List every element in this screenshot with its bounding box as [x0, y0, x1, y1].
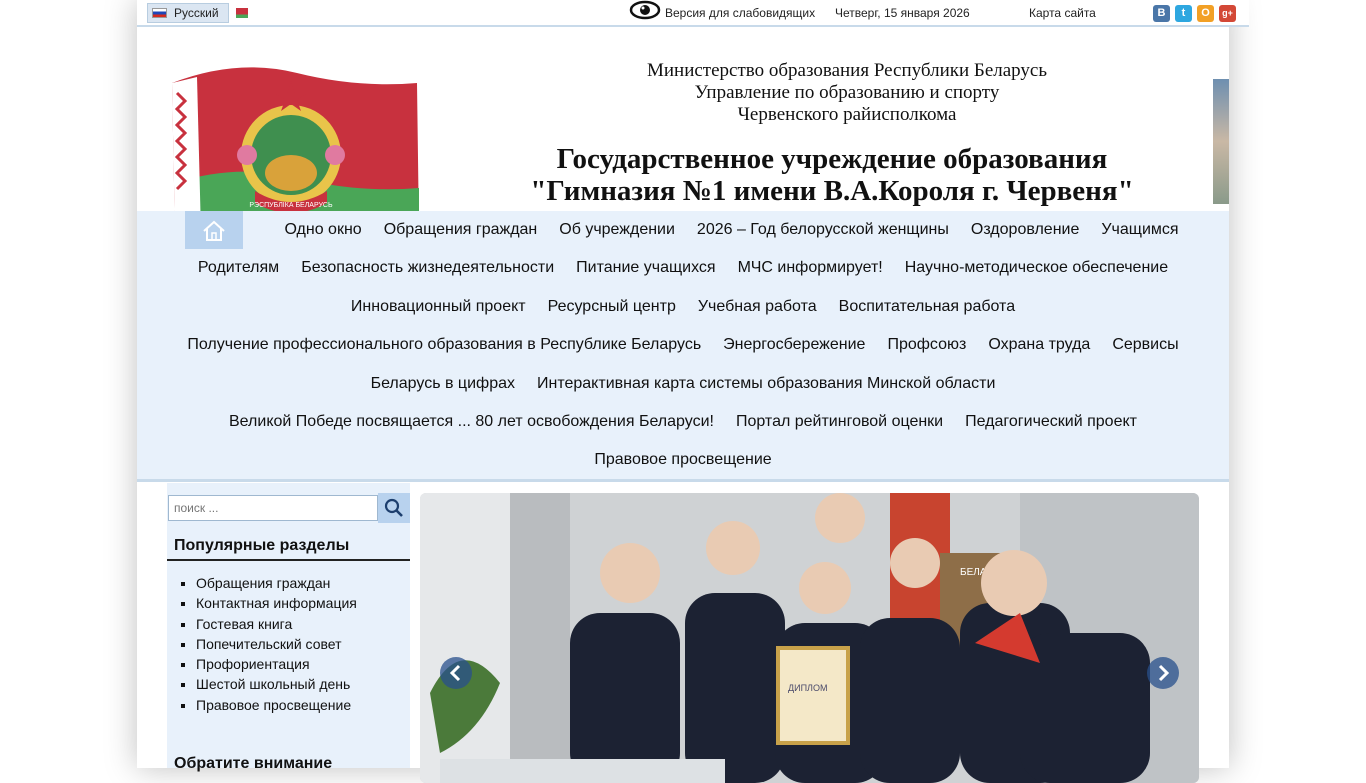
nav-row-5: Беларусь в цифрах Интерактивная карта сис… — [137, 375, 1229, 393]
slide-photo-students: БЕЛАРУСЬ ДИПЛОМ — [420, 493, 1199, 783]
top-bar: Русский Версия для слабовидящих Четверг,… — [137, 0, 1249, 27]
nav-item-academic[interactable]: Учебная работа — [698, 298, 817, 316]
header-photo-edge — [1213, 79, 1229, 204]
nav-item-health[interactable]: Оздоровление — [971, 221, 1080, 239]
popular-divider — [167, 559, 410, 561]
nav-item-upbringing[interactable]: Воспитательная работа — [839, 298, 1015, 316]
attention-title: Обратите внимание — [174, 755, 333, 772]
chevron-left-icon — [449, 664, 461, 682]
nav-row-4: Получение профессионального образования … — [137, 336, 1229, 354]
vk-icon[interactable]: В — [1153, 5, 1170, 22]
popular-item[interactable]: Профориентация — [196, 654, 357, 674]
search-button[interactable] — [378, 493, 410, 523]
chevron-right-icon — [1158, 664, 1170, 682]
nav-item-one-window[interactable]: Одно окно — [284, 221, 361, 239]
current-date: Четверг, 15 января 2026 — [835, 6, 970, 20]
nav-item-union[interactable]: Профсоюз — [887, 336, 966, 354]
nav-item-vocational[interactable]: Получение профессионального образования … — [187, 336, 701, 354]
nav-row-7: Правовое просвещение — [137, 451, 1229, 469]
nav-item-safety[interactable]: Безопасность жизнедеятельности — [301, 259, 554, 277]
nav-item-year-of-women[interactable]: 2026 – Год белорусской женщины — [697, 221, 949, 239]
nav-item-legal-education[interactable]: Правовое просвещение — [594, 451, 771, 469]
nav-row-2: Родителям Безопасность жизнедеятельности П… — [137, 259, 1229, 277]
photo-slider: БЕЛАРУСЬ ДИПЛОМ — [420, 493, 1199, 783]
odnoklassniki-icon[interactable]: О — [1197, 5, 1214, 22]
school-title: Государственное учреждение образования "… — [517, 143, 1147, 207]
search-box — [167, 493, 410, 523]
nav-item-pedagogical-project[interactable]: Педагогический проект — [965, 413, 1137, 431]
twitter-icon[interactable]: t — [1175, 5, 1192, 22]
belarus-flag-icon[interactable] — [233, 8, 248, 18]
sitemap-link[interactable]: Карта сайта — [1029, 6, 1096, 20]
search-icon — [384, 498, 403, 517]
main-navigation: Одно окно Обращения граждан Об учреждении 2… — [137, 211, 1229, 482]
diploma-text: ДИПЛОМ — [788, 683, 827, 693]
school-title-line-1: Государственное учреждение образования — [556, 143, 1108, 175]
nav-item-labor-safety[interactable]: Охрана труда — [988, 336, 1090, 354]
ministry-lines: Министерство образования Республики Бела… — [557, 60, 1137, 126]
nav-item-parents[interactable]: Родителям — [198, 259, 279, 277]
ministry-line-2: Управление по образованию и спорту — [694, 82, 1000, 103]
nav-item-rating-portal[interactable]: Портал рейтинговой оценки — [736, 413, 943, 431]
popular-item[interactable]: Обращения граждан — [196, 573, 357, 593]
eye-icon[interactable] — [629, 0, 661, 20]
popular-item[interactable]: Гостевая книга — [196, 614, 357, 634]
russian-flag-icon — [152, 8, 167, 18]
language-label: Русский — [174, 6, 219, 20]
left-sidebar: Популярные разделы Обращения граждан Кон… — [167, 483, 410, 772]
google-plus-icon[interactable]: g+ — [1219, 5, 1236, 22]
site-header: РЭСПУБЛІКА БЕЛАРУСЬ Министерство образов… — [137, 27, 1229, 237]
popular-item[interactable]: Контактная информация — [196, 593, 357, 613]
ministry-line-3: Червенского райисполкома — [737, 104, 957, 125]
slider-prev-button[interactable] — [440, 657, 472, 689]
ministry-line-1: Министерство образования Республики Бела… — [646, 60, 1048, 81]
popular-item[interactable]: Правовое просвещение — [196, 695, 357, 715]
nav-item-nutrition[interactable]: Питание учащихся — [576, 259, 715, 277]
school-title-line-2: "Гимназия №1 имени В.А.Короля г. Червеня… — [530, 175, 1134, 207]
nav-item-students[interactable]: Учащимся — [1101, 221, 1178, 239]
popular-item[interactable]: Попечительский совет — [196, 634, 357, 654]
nav-item-methodology[interactable]: Научно-методическое обеспечение — [905, 259, 1168, 277]
nav-row-6: Великой Победе посвящается ... 80 лет ос… — [137, 413, 1229, 431]
nav-row-3: Инновационный проект Ресурсный центр Учебн… — [137, 298, 1229, 316]
nav-item-services[interactable]: Сервисы — [1112, 336, 1178, 354]
nav-item-energy[interactable]: Энергосбережение — [723, 336, 865, 354]
nav-item-emergency[interactable]: МЧС информирует! — [738, 259, 883, 277]
nav-item-citizen-appeals[interactable]: Обращения граждан — [384, 221, 538, 239]
nav-item-education-map[interactable]: Интерактивная карта системы образования … — [537, 375, 995, 393]
nav-item-about[interactable]: Об учреждении — [559, 221, 675, 239]
popular-sections-title: Популярные разделы — [174, 537, 350, 554]
search-input[interactable] — [168, 495, 378, 521]
nav-item-innovation[interactable]: Инновационный проект — [351, 298, 526, 316]
nav-item-victory[interactable]: Великой Победе посвящается ... 80 лет ос… — [229, 413, 714, 431]
nav-item-belarus-figures[interactable]: Беларусь в цифрах — [371, 375, 515, 393]
accessibility-link[interactable]: Версия для слабовидящих — [665, 6, 815, 20]
popular-list: Обращения граждан Контактная информация … — [196, 573, 357, 715]
slider-next-button[interactable] — [1147, 657, 1179, 689]
nav-item-resource-center[interactable]: Ресурсный центр — [548, 298, 676, 316]
language-selector[interactable]: Русский — [147, 3, 229, 23]
emblem-ribbon-text: РЭСПУБЛІКА БЕЛАРУСЬ — [249, 202, 333, 209]
nav-row-1: Одно окно Обращения граждан Об учреждении 2… — [137, 221, 1229, 239]
popular-item[interactable]: Шестой школьный день — [196, 674, 357, 694]
